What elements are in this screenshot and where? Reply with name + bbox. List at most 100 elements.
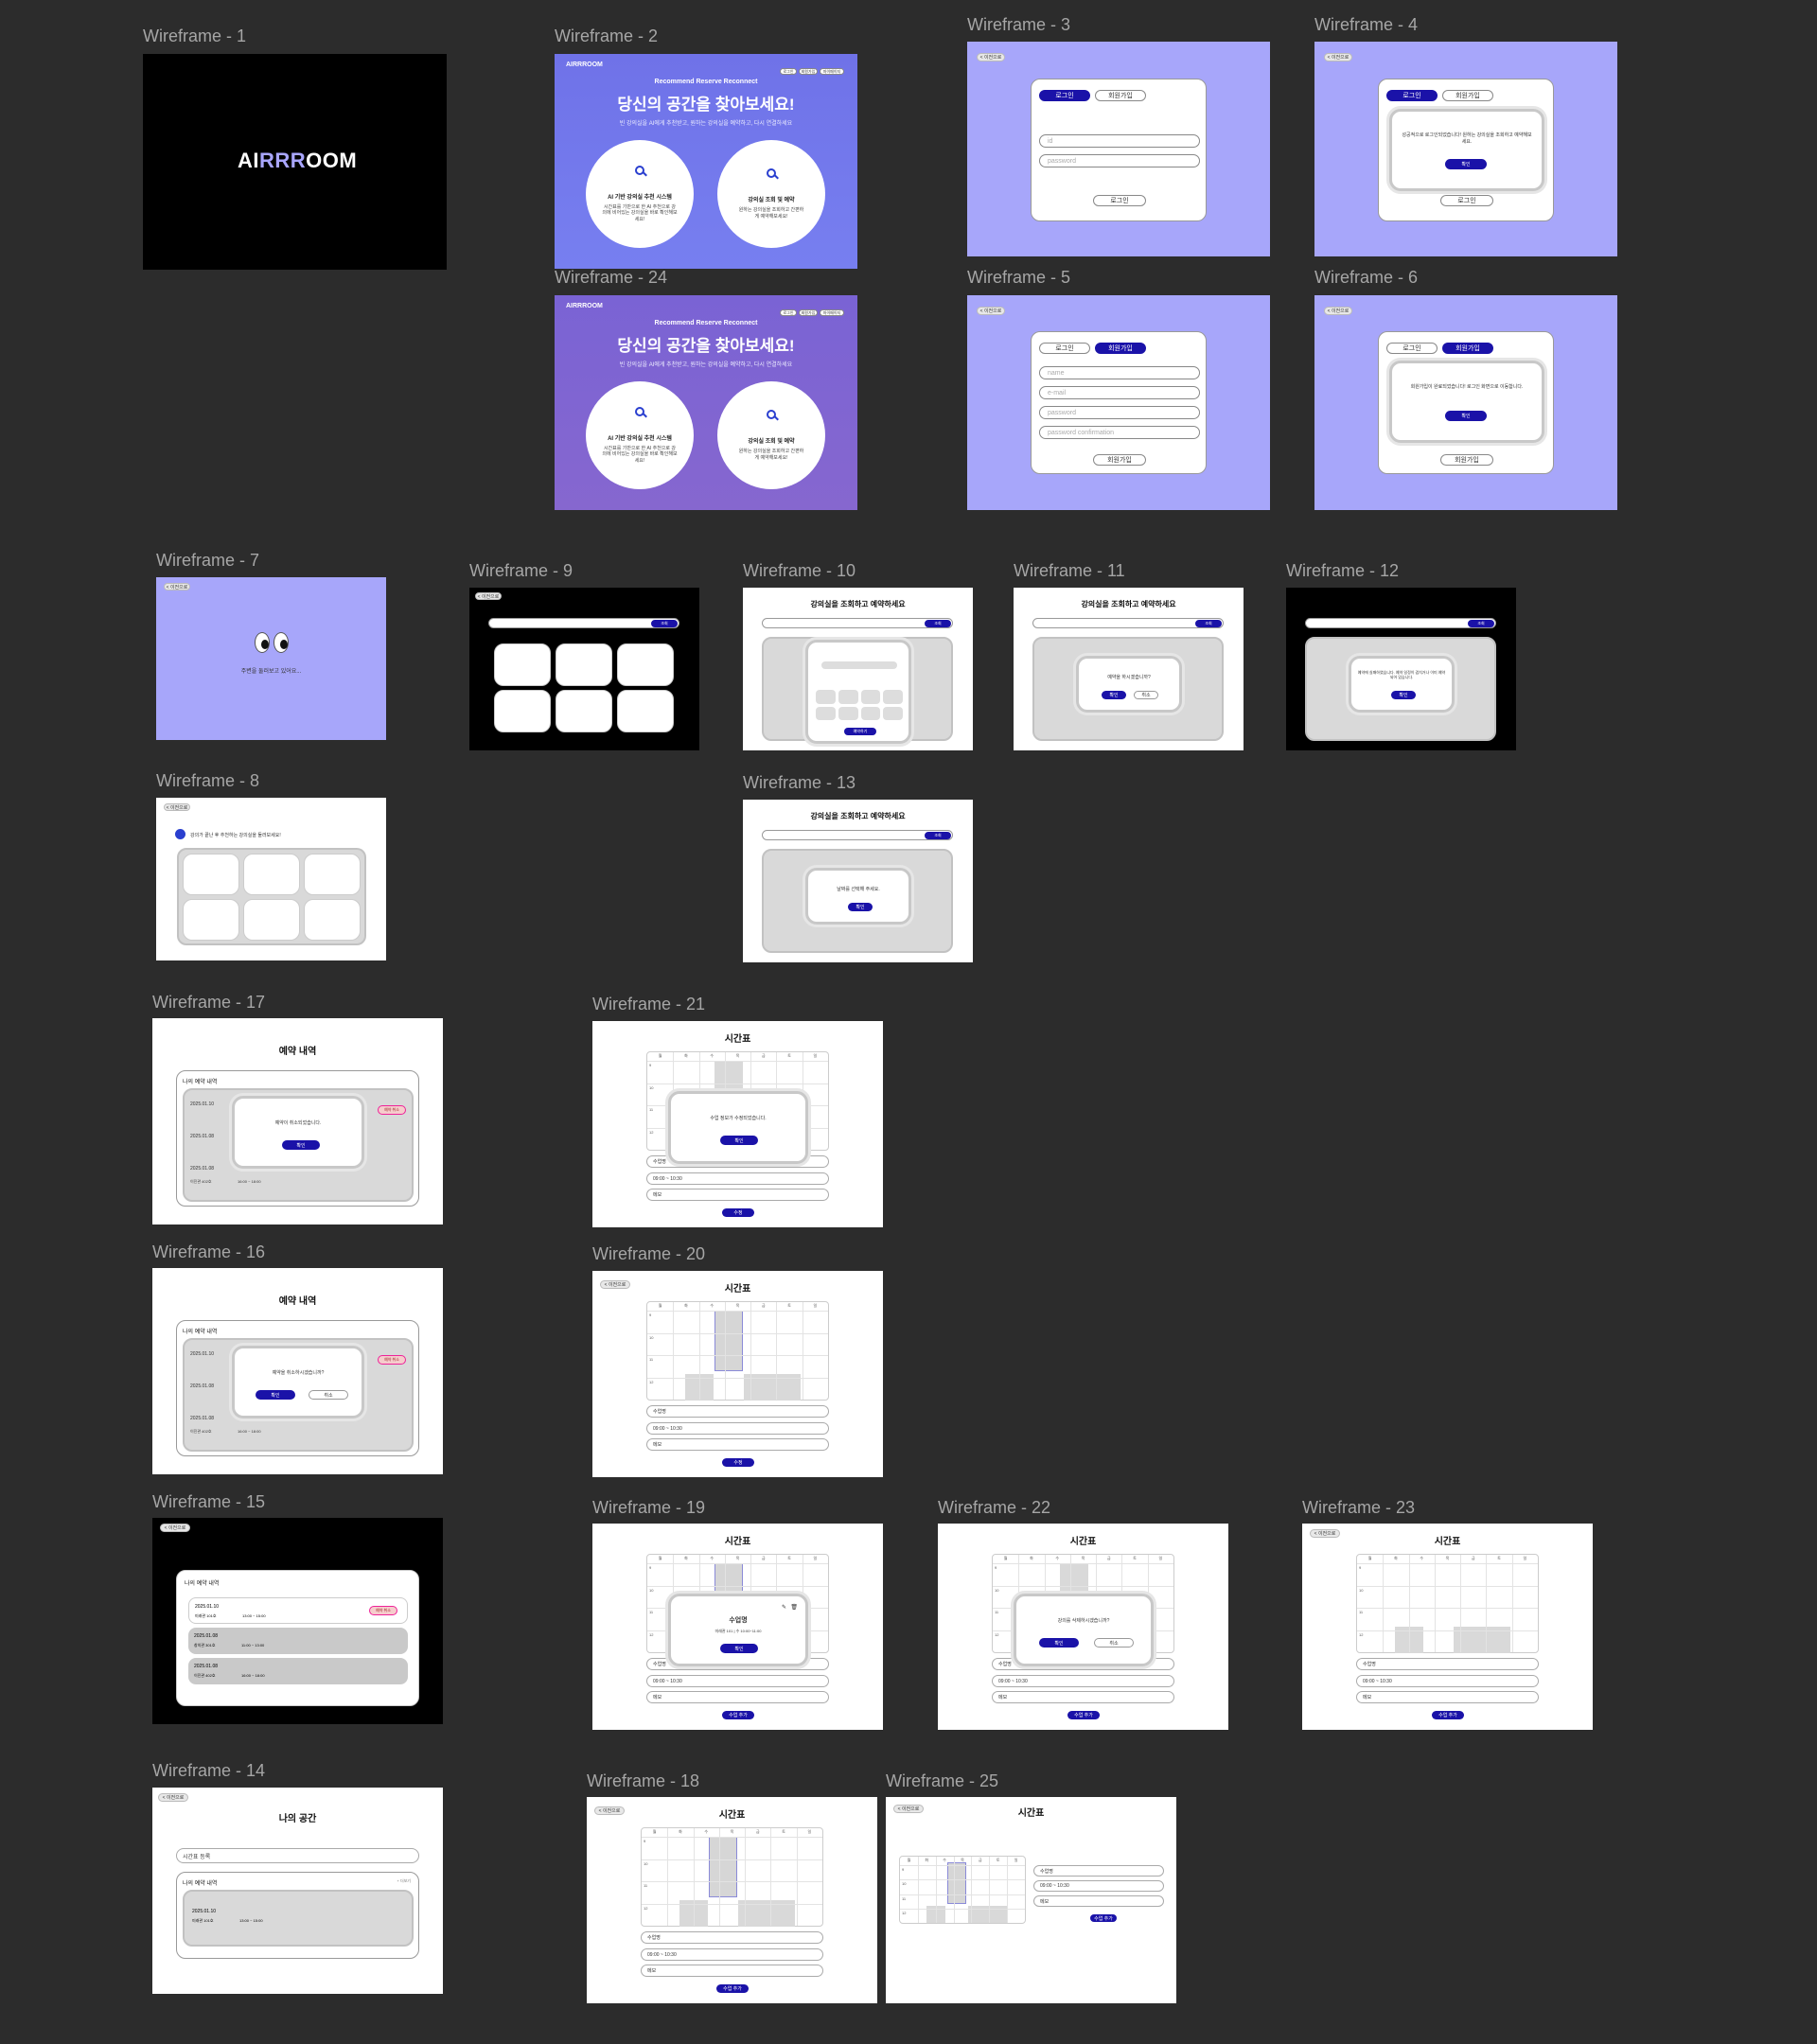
subject-field[interactable]: 수업명	[1033, 1865, 1164, 1877]
tab-login[interactable]: 로그인	[1039, 343, 1090, 354]
room-card[interactable]	[617, 690, 674, 732]
add-class-button[interactable]: 수업 추가	[1432, 1711, 1464, 1719]
room-card[interactable]	[304, 899, 361, 941]
password-confirm-field[interactable]: password confirmation	[1039, 426, 1200, 439]
timetable-grid[interactable]: 월 화 수 목 금 토 일 9 10 11 12	[899, 1856, 1026, 1924]
time-field[interactable]: 09:00 ~ 10:30	[1356, 1675, 1539, 1687]
cancel-tag[interactable]: 예약 취소	[378, 1105, 406, 1115]
cancel-button[interactable]: 취소	[1134, 691, 1158, 699]
login-button[interactable]: 로그인	[1440, 195, 1493, 206]
back-button[interactable]: < 이전으로	[977, 53, 1005, 62]
room-card[interactable]	[243, 899, 300, 941]
selected-block[interactable]	[714, 1311, 743, 1371]
memo-field[interactable]: 메모	[646, 1189, 829, 1201]
login-button[interactable]: 로그인	[1093, 195, 1146, 206]
confirm-button[interactable]: 확인	[1039, 1638, 1079, 1648]
nav-mypage[interactable]: 마이페이지	[820, 309, 844, 316]
timetable-register-button[interactable]: 시간표 등록	[176, 1848, 419, 1863]
memo-field[interactable]: 메모	[646, 1438, 829, 1451]
password-field[interactable]: password	[1039, 406, 1200, 419]
reservation-preview[interactable]: 2025.01.10 미래관 101호 13:00 ~ 15:00	[183, 1890, 414, 1947]
confirm-button[interactable]: 확인	[720, 1136, 758, 1145]
timetable-grid[interactable]: 월 화 수 목 금 토 일 9 10 11 12	[646, 1301, 829, 1401]
reservation-row[interactable]: 2025.01.10 미래관 101호 13:00 ~ 15:00 예약 취소	[188, 1597, 408, 1624]
confirm-button[interactable]: 확인	[848, 903, 873, 911]
time-field[interactable]: 09:00 ~ 10:30	[1033, 1880, 1164, 1892]
tab-signup[interactable]: 회원가입	[1442, 343, 1493, 354]
search-button[interactable]: 조회	[925, 832, 951, 839]
time-field[interactable]: 09:00 ~ 10:30	[646, 1172, 829, 1185]
search-button[interactable]: 조회	[1468, 620, 1494, 627]
tab-login[interactable]: 로그인	[1039, 90, 1090, 101]
nav-login[interactable]: 로그인	[780, 309, 797, 316]
room-card[interactable]	[183, 899, 239, 941]
subject-field[interactable]: 수업명	[1356, 1658, 1539, 1670]
timetable-grid[interactable]: 월 화 수 목 금 토 일 9 10 11 12	[1356, 1554, 1539, 1653]
back-button[interactable]: < 이전으로	[164, 803, 190, 811]
tab-login[interactable]: 로그인	[1386, 90, 1438, 101]
nav-mypage[interactable]: 마이페이지	[820, 68, 844, 75]
back-button[interactable]: < 이전으로	[1324, 53, 1352, 62]
feature-card-ai[interactable]: AI 기반 강의실 추천 시스템 시간표를 기반으로 한 AI 추천으로 강의에…	[586, 381, 694, 489]
add-class-button[interactable]: 수업 추가	[716, 1984, 749, 1993]
back-button[interactable]: < 이전으로	[164, 583, 190, 590]
room-card[interactable]	[304, 854, 361, 895]
room-card[interactable]	[494, 690, 551, 732]
back-button[interactable]: < 이전으로	[1324, 307, 1352, 315]
memo-field[interactable]: 메모	[992, 1691, 1174, 1703]
confirm-button[interactable]: 확인	[1102, 691, 1126, 699]
back-button[interactable]: < 이전으로	[475, 592, 502, 600]
back-button[interactable]: < 이전으로	[977, 307, 1005, 315]
room-card[interactable]	[243, 854, 300, 895]
subject-field[interactable]: 수업명	[641, 1931, 823, 1944]
search-button[interactable]: 조회	[1195, 620, 1222, 627]
nav-signup[interactable]: 회원가입	[799, 68, 818, 75]
time-field[interactable]: 09:00 ~ 10:30	[646, 1675, 829, 1687]
tab-login[interactable]: 로그인	[1386, 343, 1438, 354]
reservation-row[interactable]: 2025.01.08 이진관 402호 16:00 ~ 18:00	[188, 1658, 408, 1684]
cancel-tag[interactable]: 예약 취소	[369, 1606, 397, 1615]
tab-signup[interactable]: 회원가입	[1095, 90, 1146, 101]
add-class-button[interactable]: 수업 추가	[1090, 1914, 1117, 1922]
memo-field[interactable]: 메모	[1033, 1895, 1164, 1907]
time-field[interactable]: 09:00 ~ 10:30	[646, 1422, 829, 1435]
name-field[interactable]: name	[1039, 366, 1200, 379]
selected-block[interactable]	[714, 1563, 743, 1592]
memo-field[interactable]: 메모	[641, 1965, 823, 1977]
selected-block[interactable]	[709, 1837, 737, 1897]
confirm-button[interactable]: 확인	[282, 1140, 320, 1150]
id-field[interactable]: id	[1039, 134, 1200, 148]
confirm-button[interactable]: 확인	[256, 1390, 295, 1400]
cancel-button[interactable]: 취소	[309, 1390, 348, 1400]
confirm-button[interactable]: 확인	[720, 1644, 758, 1653]
edit-icon[interactable]: ✎	[782, 1604, 786, 1611]
room-card[interactable]	[183, 854, 239, 895]
add-class-button[interactable]: 수업 추가	[722, 1711, 754, 1719]
more-link[interactable]: + 더보기	[397, 1878, 412, 1884]
confirm-button[interactable]: 확인	[1391, 691, 1416, 699]
feature-card-search[interactable]: 강의실 조회 및 예약 원하는 강의실을 조회하고 간편하게 예약해보세요!	[717, 140, 825, 248]
add-class-button[interactable]: 수업 추가	[1067, 1711, 1100, 1719]
memo-field[interactable]: 메모	[646, 1691, 829, 1703]
cancel-button[interactable]: 취소	[1094, 1638, 1134, 1648]
room-card[interactable]	[556, 690, 612, 732]
back-button[interactable]: < 이전으로	[158, 1793, 188, 1802]
signup-button[interactable]: 회원가입	[1440, 454, 1493, 466]
time-slot-grid[interactable]	[816, 690, 903, 720]
nav-login[interactable]: 로그인	[780, 68, 797, 75]
feature-card-ai[interactable]: AI 기반 강의실 추천 시스템 시간표를 기반으로 한 AI 추천으로 강의에…	[586, 140, 694, 248]
time-field[interactable]: 09:00 ~ 10:30	[641, 1948, 823, 1961]
cancel-tag[interactable]: 예약 취소	[378, 1355, 406, 1365]
feature-card-search[interactable]: 강의실 조회 및 예약 원하는 강의실을 조회하고 간편하게 예약해보세요!	[717, 381, 825, 489]
subject-field[interactable]: 수업명	[646, 1405, 829, 1418]
confirm-button[interactable]: 확인	[1445, 411, 1487, 421]
selected-block[interactable]	[947, 1862, 966, 1904]
save-button[interactable]: 수정	[722, 1458, 754, 1467]
timetable-grid[interactable]: 월 화 수 목 금 토 일 9 10 11 12	[641, 1827, 823, 1927]
email-field[interactable]: e-mail	[1039, 386, 1200, 399]
reserve-button[interactable]: 예약하기	[844, 728, 876, 735]
time-field[interactable]: 09:00 ~ 10:30	[992, 1675, 1174, 1687]
signup-button[interactable]: 회원가입	[1093, 454, 1146, 466]
room-card[interactable]	[556, 643, 612, 686]
confirm-button[interactable]: 확인	[1445, 159, 1487, 169]
